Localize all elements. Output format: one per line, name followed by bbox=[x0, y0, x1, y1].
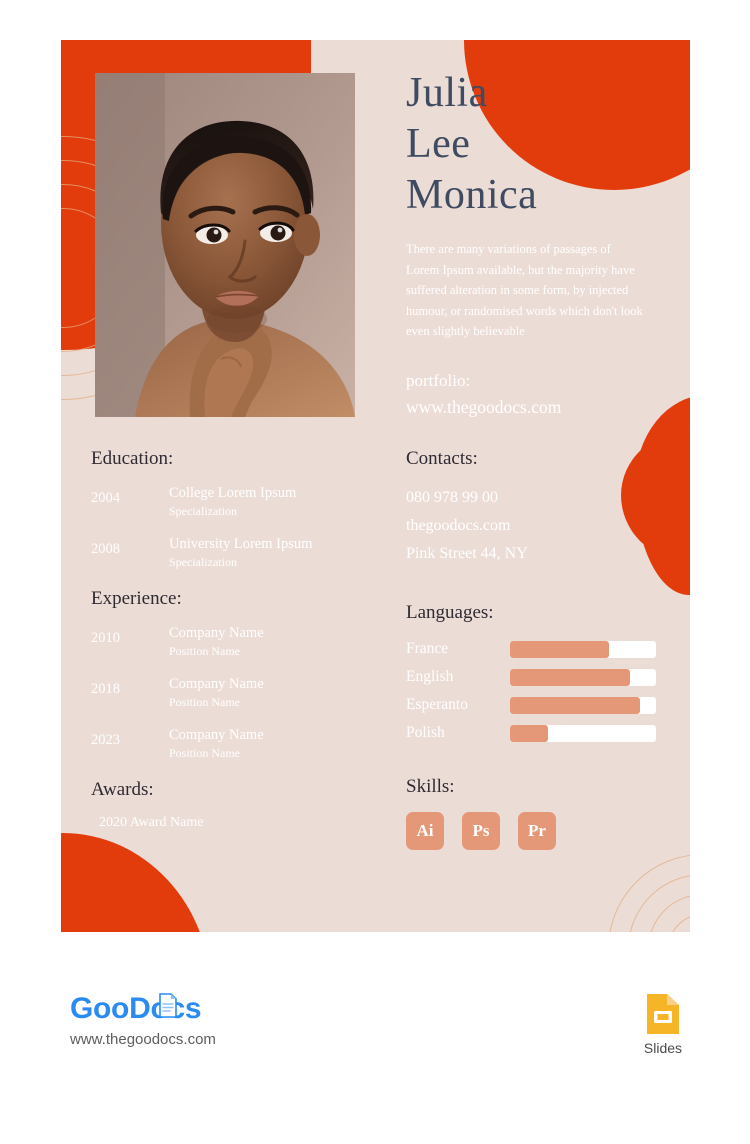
slides-label: Slides bbox=[643, 1040, 683, 1056]
portfolio-url[interactable]: www.thegoodocs.com bbox=[406, 394, 661, 420]
language-name: Polish bbox=[406, 724, 445, 741]
language-level-track bbox=[510, 668, 656, 686]
skill-badge-pr[interactable]: Pr bbox=[518, 812, 556, 850]
experience-entry-subtitle: Position Name bbox=[169, 746, 240, 760]
education-title: Education: bbox=[91, 448, 174, 469]
experience-entry: 2018 Company Name Position Name bbox=[91, 675, 401, 710]
contact-line: Pink Street 44, NY bbox=[406, 545, 528, 562]
languages-title: Languages: bbox=[406, 602, 494, 623]
left-column: Education: 2004 College Lorem Ipsum Specia… bbox=[91, 448, 401, 831]
portfolio-label: portfolio: bbox=[406, 370, 471, 390]
contacts-section: Contacts: 080 978 99 00 thegoodocs.com Pin… bbox=[406, 448, 676, 568]
orange-blob-bottom-left-shape bbox=[61, 833, 211, 932]
language-name: Esperanto bbox=[406, 696, 468, 713]
awards-title: Awards: bbox=[91, 779, 154, 800]
language-row-list: France English Esperanto Polish bbox=[406, 638, 676, 744]
language-row: France bbox=[406, 638, 676, 660]
brand-url[interactable]: www.thegoodocs.com bbox=[70, 1031, 216, 1048]
language-row: Esperanto bbox=[406, 694, 676, 716]
portrait-photo bbox=[95, 73, 355, 417]
education-entry-year: 2008 bbox=[91, 541, 120, 557]
name-line-3: Monica bbox=[406, 172, 538, 218]
experience-entry: 2010 Company Name Position Name bbox=[91, 624, 401, 659]
education-entry: 2008 University Lorem Ipsum Specialization bbox=[91, 535, 401, 570]
experience-title: Experience: bbox=[91, 588, 182, 609]
skill-badge-ps[interactable]: Ps bbox=[462, 812, 500, 850]
language-level-track bbox=[510, 724, 656, 742]
experience-entry-body: Company Name Position Name bbox=[169, 675, 401, 710]
resume-card: Julia Lee Monica There are many variatio… bbox=[61, 40, 690, 932]
education-entry-body: College Lorem Ipsum Specialization bbox=[169, 484, 401, 519]
education-entry-subtitle: Specialization bbox=[169, 504, 237, 518]
language-level-fill bbox=[510, 668, 630, 686]
language-name: English bbox=[406, 668, 454, 685]
education-entry-year: 2004 bbox=[91, 490, 120, 506]
experience-entry-title: Company Name bbox=[169, 625, 264, 641]
language-level-track bbox=[510, 696, 656, 714]
goodocs-logo[interactable]: GooDocs bbox=[70, 992, 202, 1026]
experience-entry-year: 2018 bbox=[91, 681, 120, 697]
experience-section: Experience: 2010 Company Name Position Nam… bbox=[91, 588, 401, 761]
document-icon bbox=[159, 993, 177, 1018]
name-line-1: Julia bbox=[406, 70, 488, 116]
awards-section: Awards: 2020 Award Name bbox=[91, 779, 401, 831]
language-row: Polish bbox=[406, 722, 676, 744]
experience-entry-body: Company Name Position Name bbox=[169, 726, 401, 761]
experience-entry-subtitle: Position Name bbox=[169, 644, 240, 658]
education-entry-title: College Lorem Ipsum bbox=[169, 485, 297, 501]
language-name: France bbox=[406, 640, 449, 657]
education-entry-body: University Lorem Ipsum Specialization bbox=[169, 535, 401, 570]
experience-entry-year: 2023 bbox=[91, 732, 120, 748]
contact-line: 080 978 99 00 bbox=[406, 489, 498, 506]
education-entry-list: 2004 College Lorem Ipsum Specialization 200… bbox=[91, 484, 401, 570]
right-column: Contacts: 080 978 99 00 thegoodocs.com Pin… bbox=[406, 448, 676, 850]
contact-line-list: 080 978 99 00 thegoodocs.com Pink Street 4… bbox=[406, 484, 676, 568]
brand-block: GooDocs www.thegoodocs.com bbox=[70, 992, 216, 1048]
portrait-photo-image bbox=[95, 73, 355, 417]
slides-icon-wrap bbox=[628, 992, 698, 1036]
skills-title: Skills: bbox=[406, 776, 455, 797]
experience-entry: 2023 Company Name Position Name bbox=[91, 726, 401, 761]
slides-block[interactable]: Slides bbox=[628, 992, 698, 1056]
profile-summary: There are many variations of passages of… bbox=[406, 242, 643, 338]
experience-entry-title: Company Name bbox=[169, 727, 264, 743]
experience-entry-title: Company Name bbox=[169, 676, 264, 692]
language-level-fill bbox=[510, 640, 610, 658]
experience-entry-year: 2010 bbox=[91, 630, 120, 646]
award-item: 2020 Award Name bbox=[99, 815, 204, 830]
google-slides-icon bbox=[647, 994, 679, 1034]
education-entry: 2004 College Lorem Ipsum Specialization bbox=[91, 484, 401, 519]
experience-entry-body: Company Name Position Name bbox=[169, 624, 401, 659]
portfolio-block: portfolio: www.thegoodocs.com bbox=[406, 368, 661, 420]
header-block: Julia Lee Monica There are many variatio… bbox=[406, 68, 661, 420]
education-entry-title: University Lorem Ipsum bbox=[169, 536, 313, 552]
languages-section: Languages: France English Esperanto Polish bbox=[406, 602, 676, 744]
skills-section: Skills: Ai Ps Pr bbox=[406, 776, 676, 850]
language-level-fill bbox=[510, 724, 548, 742]
name-line-2: Lee bbox=[406, 121, 471, 167]
experience-entry-subtitle: Position Name bbox=[169, 695, 240, 709]
education-entry-subtitle: Specialization bbox=[169, 555, 237, 569]
language-row: English bbox=[406, 666, 676, 688]
education-section: Education: 2004 College Lorem Ipsum Specia… bbox=[91, 448, 401, 570]
brand-name-part-1: Goo bbox=[70, 992, 130, 1025]
skills-badge-list: Ai Ps Pr bbox=[406, 812, 676, 850]
contacts-title: Contacts: bbox=[406, 448, 478, 469]
contact-line: thegoodocs.com bbox=[406, 517, 511, 534]
language-level-track bbox=[510, 640, 656, 658]
experience-entry-list: 2010 Company Name Position Name 2018 Company… bbox=[91, 624, 401, 761]
skill-badge-ai[interactable]: Ai bbox=[406, 812, 444, 850]
footer: GooDocs www.thegoodocs.com Slides bbox=[0, 980, 750, 1100]
language-level-fill bbox=[510, 696, 640, 714]
